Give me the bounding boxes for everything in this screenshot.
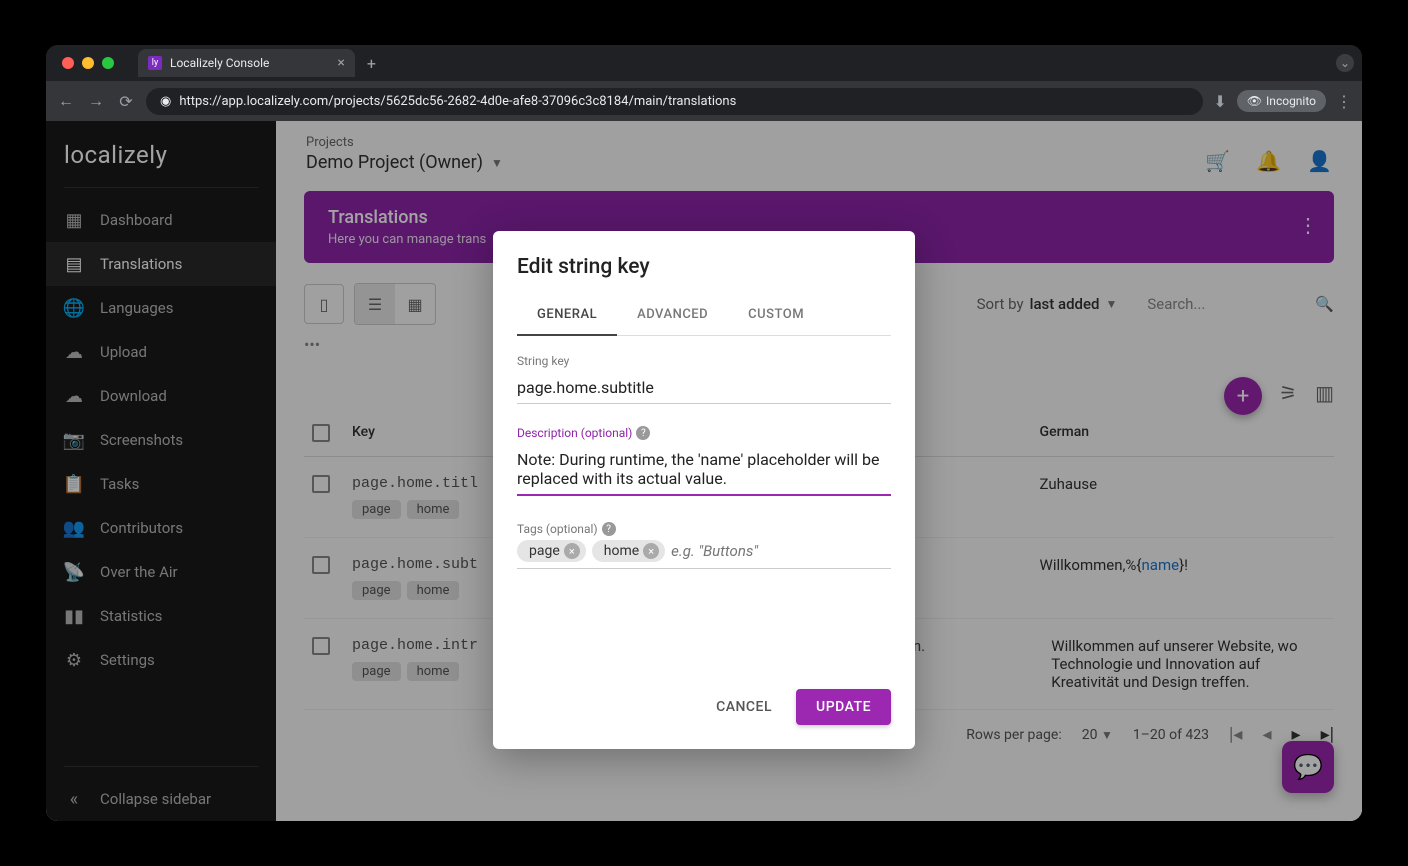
forward-icon[interactable]: → (86, 91, 106, 111)
site-info-icon[interactable]: ◉ (160, 94, 171, 109)
browser-tab[interactable]: ly Localizely Console × (138, 49, 355, 77)
update-button[interactable]: UPDATE (796, 689, 891, 725)
string-key-input[interactable] (517, 372, 891, 404)
help-icon[interactable]: ? (636, 426, 650, 440)
window-minimize-icon[interactable] (82, 57, 94, 69)
tab-advanced[interactable]: ADVANCED (617, 295, 728, 335)
back-icon[interactable]: ← (56, 91, 76, 111)
tags-input[interactable] (671, 542, 891, 560)
tab-general[interactable]: GENERAL (517, 295, 617, 336)
help-icon[interactable]: ? (602, 522, 616, 536)
tabs-dropdown-icon[interactable]: ⌄ (1336, 54, 1354, 72)
tab-custom[interactable]: CUSTOM (728, 295, 824, 335)
edit-string-key-dialog: Edit string key GENERAL ADVANCED CUSTOM … (493, 231, 915, 749)
dialog-title: Edit string key (517, 255, 891, 279)
tag-chip: home× (592, 540, 665, 562)
incognito-badge: 👁 Incognito (1237, 90, 1326, 112)
tags-label: Tags (optional) ? (517, 522, 891, 536)
url-input[interactable]: ◉ https://app.localizely.com/projects/56… (146, 88, 1203, 115)
window-close-icon[interactable] (62, 57, 74, 69)
remove-tag-icon[interactable]: × (564, 543, 580, 559)
incognito-icon: 👁 (1247, 94, 1262, 108)
remove-tag-icon[interactable]: × (643, 543, 659, 559)
string-key-label: String key (517, 354, 891, 368)
browser-address-bar: ← → ⟳ ◉ https://app.localizely.com/proje… (46, 81, 1362, 121)
tab-title: Localizely Console (170, 56, 269, 70)
modal-overlay[interactable]: Edit string key GENERAL ADVANCED CUSTOM … (46, 121, 1362, 821)
reload-icon[interactable]: ⟳ (116, 92, 136, 111)
window-maximize-icon[interactable] (102, 57, 114, 69)
url-text: https://app.localizely.com/projects/5625… (179, 94, 736, 109)
new-tab-button[interactable]: + (367, 54, 376, 73)
tag-chip: page× (517, 540, 586, 562)
cancel-button[interactable]: CANCEL (702, 689, 786, 725)
favicon-icon: ly (148, 56, 162, 70)
browser-tab-strip: ly Localizely Console × + ⌄ (46, 45, 1362, 81)
browser-menu-icon[interactable]: ⋮ (1336, 92, 1352, 111)
description-input[interactable]: Note: During runtime, the 'name' placeho… (517, 444, 891, 496)
downloads-icon[interactable]: ⬇ (1213, 92, 1226, 111)
tab-close-icon[interactable]: × (337, 55, 344, 71)
description-label: Description (optional) ? (517, 426, 891, 440)
